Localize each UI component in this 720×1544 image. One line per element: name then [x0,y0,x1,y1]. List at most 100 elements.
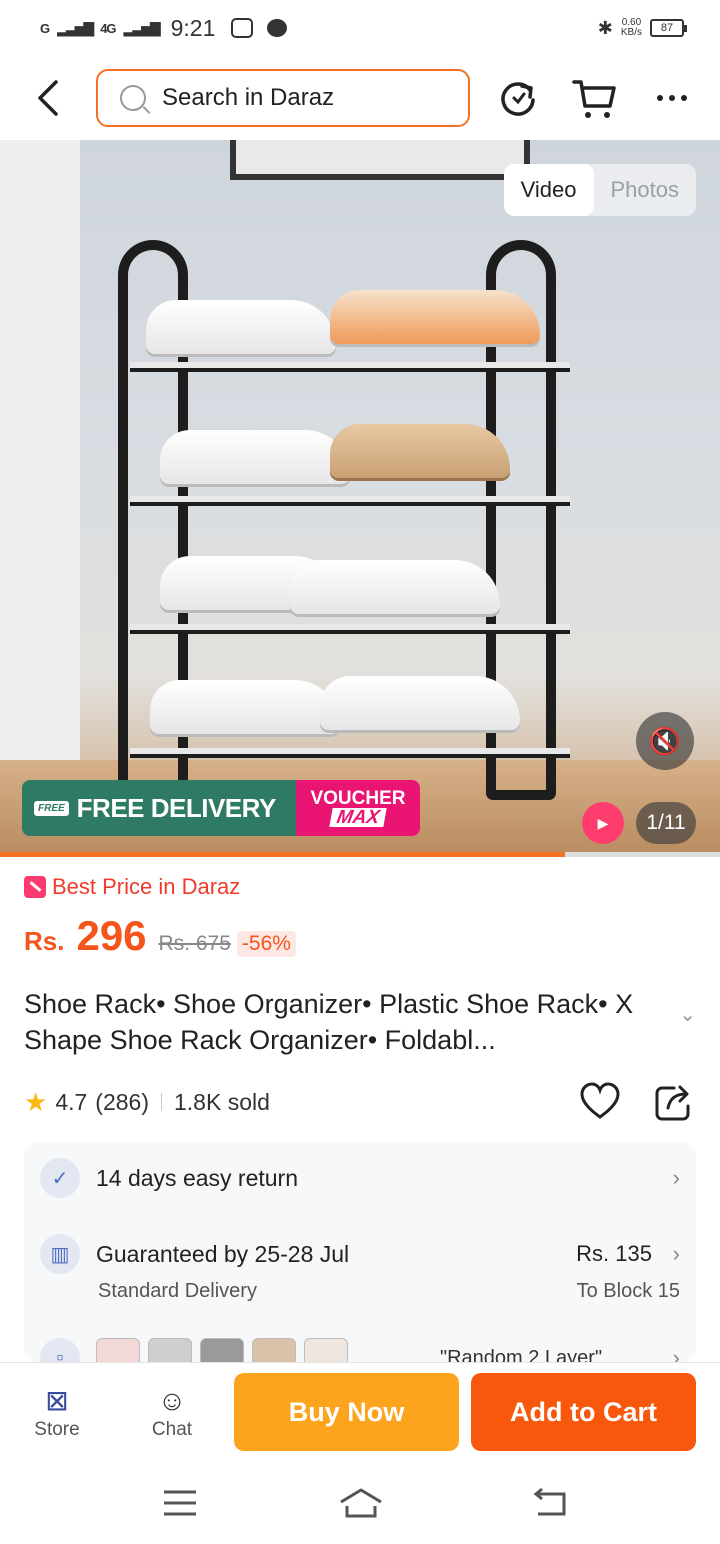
back-icon[interactable] [34,78,64,118]
truck-icon: FREE [34,800,69,816]
guarantee-row[interactable]: ▥ Guaranteed by 25-28 Jul Rs. 135 › [40,1234,680,1274]
system-nav-bar [0,1462,720,1544]
product-stats: ★ 4.7 (286) 1.8K sold [24,1082,696,1122]
shield-check-icon: ✓ [40,1158,80,1198]
more-icon[interactable] [650,76,694,120]
promo-banner: FREE FREE DELIVERY VOUCHER MAX [22,780,420,836]
top-bar: Search in Daraz [0,56,720,140]
shoe [160,430,350,484]
variant-thumb[interactable] [148,1338,192,1362]
share-icon[interactable] [654,1082,692,1122]
back-nav-icon[interactable] [530,1486,570,1520]
variant-thumb[interactable] [252,1338,296,1362]
chevron-right-icon: › [672,1165,680,1190]
divider [161,1093,162,1111]
chevron-down-icon[interactable]: ⌄ [679,1002,696,1027]
wall-decoration [0,140,80,780]
gift-icon: ▥ [40,1234,80,1274]
original-price: Rs. 675 [158,932,231,955]
shoe [290,560,500,614]
variant-thumb[interactable] [96,1338,140,1362]
net-speed-unit: KB/s [620,27,642,38]
rating[interactable]: 4.7 [55,1089,87,1116]
media-counter: 1/11 [636,802,696,844]
shelf-4 [130,748,570,758]
chat-icon: ☺ [157,1385,187,1416]
clock: 9:21 [170,14,216,41]
battery-icon: 87 [650,19,687,37]
product-title[interactable]: Shoe Rack• Shoe Organizer• Plastic Shoe … [24,986,674,1058]
review-count[interactable]: (286) [95,1089,149,1116]
store-label: Store [34,1419,80,1440]
buy-now-button[interactable]: Buy Now [234,1373,459,1451]
variant-thumb[interactable] [304,1338,348,1362]
cart-icon[interactable] [572,76,616,120]
video-progress-fill [0,852,566,857]
menu-icon[interactable] [160,1486,200,1520]
shoe [150,680,340,734]
media-tabs: Video Photos [503,164,697,216]
share-refresh-icon[interactable] [496,76,540,120]
currency: Rs. [24,926,65,956]
picture-frame [230,140,530,180]
guarantee-text: Guaranteed by 25-28 Jul [96,1240,350,1267]
chevron-right-icon: › [672,1345,680,1362]
chat-label: Chat [151,1419,193,1440]
signal-4g: 4G [100,20,116,36]
tab-video[interactable]: Video [503,164,594,216]
add-to-cart-button[interactable]: Add to Cart [471,1373,696,1451]
discount-badge: -56% [236,931,296,957]
voucher-max-badge: VOUCHER MAX [296,780,420,836]
store-button[interactable]: ⊠ Store [17,1383,97,1441]
shelf-1 [130,362,570,372]
shoe [320,676,520,730]
product-media-carousel[interactable]: Video Photos 🔇 FREE FREE DELIVERY VOUCHE… [0,140,720,856]
signal-g: G [40,20,50,36]
status-bar: G ▂▃▅▇ 4G ▂▃▅▇ 9:21 ✱ 0.60 KB/s 87 [0,0,720,56]
video-icon[interactable]: ▶ [582,802,624,844]
star-icon: ★ [24,1086,48,1117]
search-placeholder: Search in Daraz [162,84,335,111]
free-delivery-badge: FREE FREE DELIVERY [22,780,296,836]
chevron-right-icon: › [672,1241,680,1266]
net-speed: 0.60 KB/s [621,18,642,38]
message-icon [231,18,254,38]
free-delivery-text: FREE DELIVERY [76,792,277,823]
price: 296 [76,912,147,959]
return-text: 14 days easy return [96,1164,299,1191]
delivery-type: Standard Delivery [98,1280,257,1302]
best-price-text: Best Price in Daraz [52,874,241,899]
variant-text: "Random 2 Layer" [440,1346,603,1363]
mute-icon[interactable]: 🔇 [636,712,694,770]
tab-photos[interactable]: Photos [594,164,697,216]
bottom-action-bar: ⊠ Store ☺ Chat Buy Now Add to Cart [0,1362,720,1462]
shelf-2 [130,496,570,506]
delivery-card: ✓ 14 days easy return › ▥ Guaranteed by … [24,1142,696,1362]
bluetooth-icon: ✱ [597,17,613,38]
shelf-3 [130,624,570,634]
sold-count: 1.8K sold [174,1088,270,1115]
chat-bubble-icon [267,19,288,37]
destination: To Block 15 [576,1280,680,1302]
delivery-fee: Rs. 135 [576,1241,652,1266]
variant-thumb[interactable] [200,1338,244,1362]
voucher-max-text: MAX [329,807,387,828]
chat-button[interactable]: ☺ Chat [132,1383,212,1441]
home-icon[interactable] [338,1486,384,1520]
shoe [330,424,510,478]
video-progress-bar[interactable] [0,852,720,857]
shoe [330,290,540,344]
variant-thumbnails [96,1338,348,1362]
search-icon [120,85,146,111]
search-input[interactable]: Search in Daraz [96,69,470,127]
price-row: Rs. 296 Rs. 675 -56% [24,912,696,960]
return-row[interactable]: ✓ 14 days easy return › [40,1158,680,1198]
variant-icon: ▫ [40,1338,80,1362]
best-price-badge: Best Price in Daraz [24,874,696,900]
delivery-sub-row: Standard Delivery To Block 15 [40,1280,680,1303]
heart-icon[interactable] [580,1082,620,1122]
signal-bars-icon: ▂▃▅▇ [57,19,94,36]
shoe [146,300,336,354]
product-info: Best Price in Daraz Rs. 296 Rs. 675 -56%… [24,874,696,1122]
voucher-text: VOUCHER [310,788,406,809]
